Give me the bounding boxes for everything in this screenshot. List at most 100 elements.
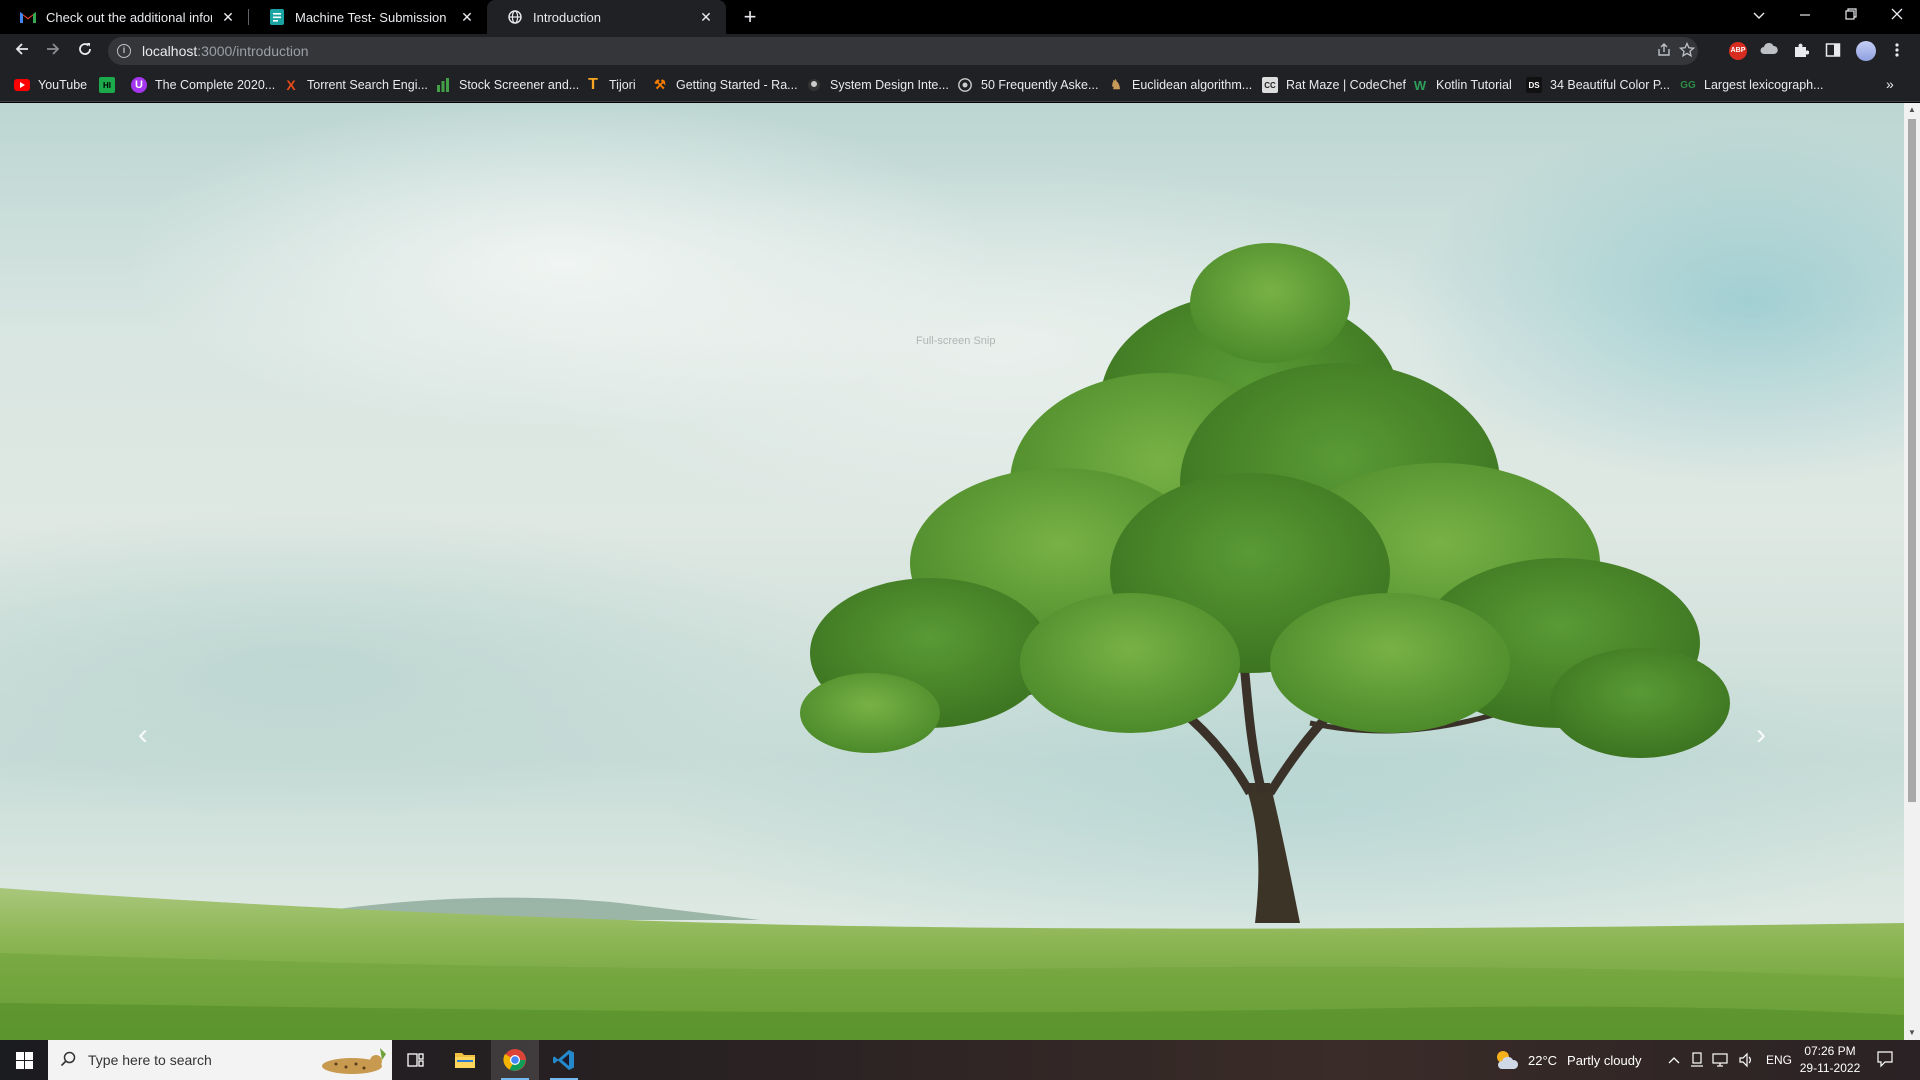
language-indicator[interactable]: ENG bbox=[1766, 1040, 1792, 1080]
bookmark-label: The Complete 2020... bbox=[155, 78, 276, 92]
close-icon[interactable]: ✕ bbox=[220, 9, 236, 25]
bookmark-system-design[interactable]: System Design Inte... bbox=[806, 76, 949, 94]
tray-device-button[interactable] bbox=[1690, 1040, 1704, 1080]
forms-icon bbox=[269, 9, 285, 25]
bookmarks-overflow-button[interactable]: » bbox=[1886, 76, 1894, 92]
bookmark-label: Rat Maze | CodeChef bbox=[1286, 78, 1406, 92]
weather-condition: Partly cloudy bbox=[1567, 1052, 1642, 1068]
start-button[interactable] bbox=[0, 1040, 48, 1080]
bookmark-stock-screener[interactable]: Stock Screener and... bbox=[435, 76, 579, 94]
volume-button[interactable] bbox=[1738, 1040, 1754, 1080]
globe-icon bbox=[507, 9, 523, 25]
star-icon[interactable] bbox=[1678, 41, 1696, 60]
close-icon[interactable]: ✕ bbox=[459, 9, 475, 25]
reload-button[interactable] bbox=[73, 39, 97, 63]
bookmark-frequently-asked[interactable]: 50 Frequently Aske... bbox=[957, 76, 1098, 94]
bookmark-tijori[interactable]: T Tijori bbox=[585, 76, 636, 94]
chrome-taskbar-button[interactable] bbox=[491, 1040, 539, 1080]
bookmark-color-palettes[interactable]: DS 34 Beautiful Color P... bbox=[1526, 76, 1670, 94]
close-icon[interactable]: ✕ bbox=[698, 9, 714, 25]
page-viewport: Full-screen Snip ‹ › bbox=[0, 103, 1904, 1040]
bookmark-largest-lexicographic[interactable]: GG Largest lexicograph... bbox=[1680, 76, 1824, 94]
notifications-button[interactable] bbox=[1876, 1050, 1896, 1070]
bookmark-getting-started[interactable]: ⚒ Getting Started - Ra... bbox=[652, 76, 798, 94]
vscode-taskbar-button[interactable] bbox=[540, 1040, 588, 1080]
hero-background-image bbox=[0, 243, 1904, 1040]
task-view-icon bbox=[407, 1053, 424, 1067]
close-icon bbox=[1891, 8, 1903, 20]
bookmark-euclidean[interactable]: ♞ Euclidean algorithm... bbox=[1108, 76, 1252, 94]
tab-introduction[interactable]: Introduction ✕ bbox=[487, 0, 726, 34]
close-window-button[interactable] bbox=[1874, 0, 1920, 30]
tab-title: Machine Test- Submission bbox=[295, 9, 447, 25]
weather-widget[interactable]: 22°C Partly cloudy bbox=[1494, 1040, 1641, 1080]
file-explorer-button[interactable] bbox=[441, 1040, 489, 1080]
vscode-icon bbox=[553, 1050, 574, 1070]
carousel-next-button[interactable]: › bbox=[1746, 715, 1776, 755]
bookmark-codechef[interactable]: CC Rat Maze | CodeChef bbox=[1262, 76, 1406, 94]
udemy-icon: U bbox=[131, 77, 147, 93]
tab-search-button[interactable] bbox=[1736, 0, 1782, 30]
bookmark-label: Euclidean algorithm... bbox=[1132, 78, 1253, 92]
forward-button[interactable] bbox=[41, 39, 65, 63]
back-button[interactable] bbox=[10, 39, 34, 63]
profile-avatar[interactable] bbox=[1856, 41, 1876, 61]
network-button[interactable] bbox=[1712, 1040, 1730, 1080]
show-hidden-icons-button[interactable] bbox=[1668, 1040, 1680, 1080]
bookmarks-bar: YouTube HI U The Complete 2020... X Torr… bbox=[0, 68, 1920, 102]
codechef-icon: CC bbox=[1262, 77, 1278, 93]
tree-canopy bbox=[800, 243, 1730, 758]
minimize-button[interactable] bbox=[1782, 0, 1828, 30]
bookmark-label: Tijori bbox=[609, 78, 636, 92]
youtube-icon bbox=[14, 77, 30, 93]
cloud-extension-icon[interactable] bbox=[1760, 42, 1778, 60]
browser-toolbar: i localhost:3000/introduction ABP bbox=[0, 34, 1920, 68]
carousel-prev-button[interactable]: ‹ bbox=[128, 715, 158, 755]
info-icon[interactable]: i bbox=[117, 44, 131, 58]
restore-icon bbox=[1845, 8, 1857, 20]
react-icon: ⚒ bbox=[654, 77, 666, 92]
partly-cloudy-icon bbox=[1497, 1051, 1519, 1069]
puzzle-icon[interactable] bbox=[1792, 42, 1810, 60]
address-url[interactable]: localhost:3000/introduction bbox=[142, 43, 309, 59]
github-icon bbox=[806, 77, 822, 93]
tab-machine-test[interactable]: Machine Test- Submission ✕ bbox=[249, 0, 487, 34]
bookmark-kotlin[interactable]: W Kotlin Tutorial bbox=[1412, 76, 1512, 94]
page-scrollbar[interactable]: ▲ ▼ bbox=[1904, 103, 1920, 1040]
scroll-thumb[interactable] bbox=[1908, 119, 1916, 802]
bookmark-hackerrank[interactable]: HI bbox=[99, 76, 123, 94]
bookmark-label: 50 Frequently Aske... bbox=[981, 78, 1099, 92]
kebab-menu-icon[interactable] bbox=[1888, 42, 1906, 60]
new-tab-button[interactable]: + bbox=[738, 5, 762, 29]
windows-icon bbox=[15, 1051, 33, 1069]
task-view-button[interactable] bbox=[392, 1040, 440, 1080]
bookmark-label: Getting Started - Ra... bbox=[676, 78, 798, 92]
chevron-up-icon bbox=[1668, 1057, 1680, 1064]
taskbar-clock[interactable]: 07:26 PM 29-11-2022 bbox=[1790, 1043, 1870, 1077]
url-path: :3000/introduction bbox=[197, 43, 309, 59]
bookmark-torrent[interactable]: X Torrent Search Engi... bbox=[283, 76, 428, 94]
address-bar[interactable]: i localhost:3000/introduction bbox=[108, 37, 1698, 65]
bookmark-label: Largest lexicograph... bbox=[1704, 78, 1824, 92]
taskbar-search-box[interactable]: Type here to search bbox=[48, 1040, 392, 1080]
scroll-up-arrow[interactable]: ▲ bbox=[1904, 103, 1920, 117]
bookmark-youtube[interactable]: YouTube bbox=[14, 76, 87, 94]
side-panel-icon[interactable] bbox=[1824, 42, 1842, 60]
weather-temperature: 22°C bbox=[1528, 1052, 1558, 1068]
bookmark-udemy[interactable]: U The Complete 2020... bbox=[131, 76, 275, 94]
adblock-plus-icon[interactable]: ABP bbox=[1729, 42, 1747, 60]
medium-icon bbox=[957, 77, 973, 93]
gmail-icon bbox=[20, 9, 36, 25]
clock-time: 07:26 PM bbox=[1804, 1044, 1856, 1058]
bookmark-label: Torrent Search Engi... bbox=[307, 78, 428, 92]
chrome-icon bbox=[503, 1049, 526, 1071]
share-icon[interactable] bbox=[1655, 42, 1673, 60]
tab-gmail[interactable]: Check out the additional informa ✕ bbox=[0, 0, 248, 34]
gfg-icon: GG bbox=[1680, 79, 1696, 91]
restore-button[interactable] bbox=[1828, 0, 1874, 30]
speaker-icon bbox=[1739, 1052, 1751, 1068]
scroll-down-arrow[interactable]: ▼ bbox=[1904, 1026, 1920, 1040]
tab-strip: Check out the additional informa ✕ Machi… bbox=[0, 0, 1920, 34]
windows-taskbar: Type here to search 22°C Partly cloudy E… bbox=[0, 1040, 1920, 1080]
bookmark-label: Kotlin Tutorial bbox=[1436, 78, 1512, 92]
